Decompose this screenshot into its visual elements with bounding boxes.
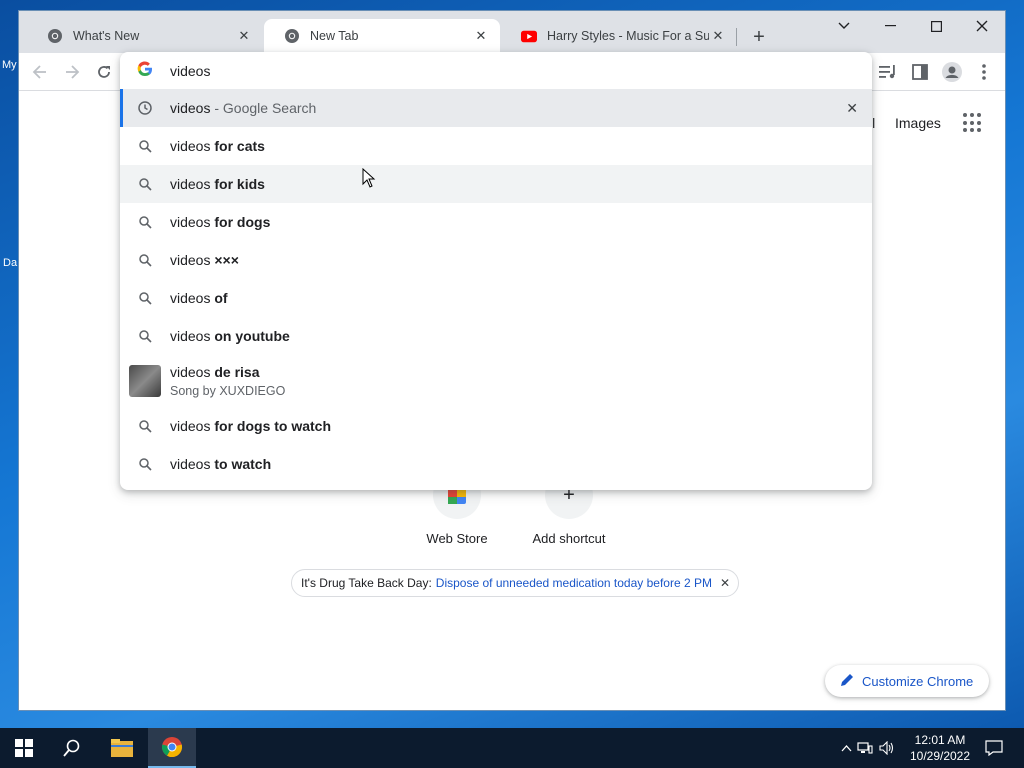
search-icon: [120, 215, 170, 229]
google-apps-icon[interactable]: [963, 113, 983, 133]
clock-time: 12:01 AM: [914, 733, 966, 747]
mouse-cursor-icon: [362, 167, 376, 191]
close-tab-icon[interactable]: ✕: [235, 27, 253, 45]
back-button[interactable]: [27, 59, 53, 85]
close-tab-icon[interactable]: ✕: [709, 27, 727, 45]
search-icon: [120, 253, 170, 267]
tab-divider: [736, 28, 737, 46]
youtube-icon: [521, 28, 537, 44]
promo-banner: It's Drug Take Back Day: Dispose of unne…: [291, 569, 740, 597]
suggestion-text: videos for dogs to watch: [170, 418, 332, 434]
suggestion-row[interactable]: videos - Google Search ✕: [120, 89, 872, 127]
google-g-icon: [120, 61, 170, 81]
clock-date: 10/29/2022: [909, 749, 971, 763]
song-thumbnail: [120, 365, 170, 397]
side-panel-icon[interactable]: [907, 59, 933, 85]
suggestion-row[interactable]: videos ×××: [120, 241, 872, 279]
chevron-up-icon[interactable]: [838, 744, 854, 752]
tab-new-tab[interactable]: New Tab ✕: [264, 19, 500, 53]
suggestion-text: videos ×××: [170, 252, 239, 268]
volume-icon[interactable]: [876, 741, 898, 755]
search-icon: [120, 139, 170, 153]
suggestion-text: videos de risa Song by XUXDIEGO: [170, 364, 286, 398]
suggestion-text: videos on youtube: [170, 328, 290, 344]
suggestion-text: videos for cats: [170, 138, 265, 154]
search-icon: [120, 329, 170, 343]
suggestion-text: videos - Google Search: [170, 100, 317, 116]
start-button[interactable]: [0, 728, 48, 768]
system-tray: [838, 728, 898, 768]
omnibox-text[interactable]: videos: [170, 63, 210, 79]
suggestion-text: videos of: [170, 290, 228, 306]
suggestion-subtitle: Song by XUXDIEGO: [170, 384, 286, 398]
network-icon[interactable]: [854, 742, 876, 754]
close-window-button[interactable]: [959, 11, 1005, 41]
suggestion-row[interactable]: videos on youtube: [120, 317, 872, 355]
customize-chrome-button[interactable]: Customize Chrome: [825, 665, 990, 697]
suggestion-text: videos for dogs: [170, 214, 271, 230]
suggestion-row[interactable]: videos de risa Song by XUXDIEGO: [120, 355, 872, 407]
tab-title: What's New: [73, 29, 140, 43]
suggestion-row[interactable]: videos for dogs to watch: [120, 407, 872, 445]
close-tab-icon[interactable]: ✕: [472, 27, 490, 45]
maximize-button[interactable]: [913, 11, 959, 41]
images-link[interactable]: Images: [895, 115, 941, 131]
close-icon[interactable]: ✕: [720, 576, 730, 590]
suggestion-row[interactable]: videos of: [120, 279, 872, 317]
search-icon: [120, 291, 170, 305]
tab-whats-new[interactable]: What's New ✕: [27, 19, 263, 53]
customize-label: Customize Chrome: [862, 673, 974, 689]
minimize-button[interactable]: [867, 11, 913, 41]
tab-harry-styles[interactable]: Harry Styles - Music For a Sushi ✕: [501, 19, 737, 53]
chrome-icon: [47, 28, 63, 44]
omnibox-dropdown: videos videos - Google Search ✕ videos f…: [120, 52, 872, 490]
menu-dots-icon[interactable]: [971, 59, 997, 85]
profile-avatar[interactable]: [939, 59, 965, 85]
tab-title: New Tab: [310, 29, 359, 43]
chrome-taskbar-icon[interactable]: [148, 728, 196, 768]
suggestion-text: videos to watch: [170, 456, 272, 472]
promo-link[interactable]: Dispose of unneeded medication today bef…: [436, 576, 712, 590]
desktop-icon-label[interactable]: My: [2, 59, 17, 71]
new-tab-button[interactable]: +: [747, 25, 771, 49]
forward-button[interactable]: [59, 59, 85, 85]
pencil-icon: [841, 673, 854, 689]
clock[interactable]: 12:01 AM 10/29/2022: [900, 732, 980, 764]
search-icon: [120, 177, 170, 191]
shortcut-label: Add shortcut: [532, 531, 606, 546]
suggestion-text: videos for kids: [170, 176, 265, 192]
remove-suggestion-icon[interactable]: ✕: [846, 100, 858, 117]
suggestion-row[interactable]: videos for dogs: [120, 203, 872, 241]
tab-title: Harry Styles - Music For a Sushi: [547, 29, 709, 43]
desktop-icon-label[interactable]: Da: [3, 257, 17, 269]
reading-list-icon[interactable]: [875, 59, 901, 85]
tab-search-button[interactable]: [821, 11, 867, 41]
suggestion-row[interactable]: videos to watch: [120, 445, 872, 483]
shortcut-label: Web Store: [426, 531, 488, 546]
chrome-icon: [284, 28, 300, 44]
omnibox-input[interactable]: videos: [120, 52, 872, 90]
suggestion-row[interactable]: videos for kids: [120, 165, 872, 203]
promo-lead: It's Drug Take Back Day:: [301, 576, 432, 590]
suggestion-row[interactable]: videos for cats: [120, 127, 872, 165]
search-icon: [120, 419, 170, 433]
reload-button[interactable]: [91, 59, 117, 85]
tab-strip: What's New ✕ New Tab ✕ Harry Styles - Mu…: [19, 11, 1005, 53]
search-icon: [120, 457, 170, 471]
file-explorer-icon[interactable]: [98, 728, 146, 768]
taskbar: 12:01 AM 10/29/2022: [0, 728, 1024, 768]
history-icon: [120, 101, 170, 115]
selection-indicator: [120, 89, 123, 127]
notifications-icon[interactable]: [970, 728, 1018, 768]
search-taskbar-icon[interactable]: [48, 728, 96, 768]
